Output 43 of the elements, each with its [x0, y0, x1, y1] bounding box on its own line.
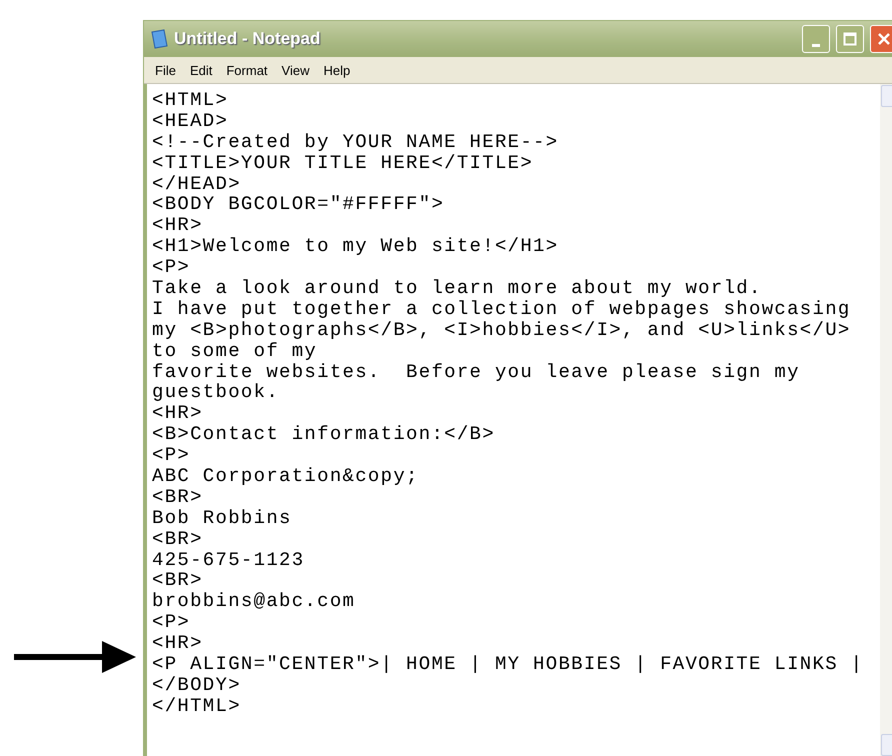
- close-button[interactable]: [870, 25, 892, 53]
- text-line: <HR>: [152, 403, 204, 424]
- text-line: <!--Created by YOUR NAME HERE-->: [152, 132, 560, 153]
- menu-item[interactable]: Format: [219, 60, 275, 80]
- text-line: 425-675-1123: [152, 550, 306, 570]
- text-line: <BR>: [152, 486, 204, 508]
- text-line: <BR>: [152, 570, 204, 592]
- text-line: my <B>photographs</B>, <I>hobbies</I>, and <U>links</U>: [152, 320, 852, 341]
- text-line: <P ALIGN="CENTER">| HOME | MY HOBBIES | FAVORITE LINKS |: [152, 654, 864, 675]
- maximize-button[interactable]: [836, 25, 864, 53]
- text-line: <HEAD>: [152, 110, 230, 132]
- notepad-icon: [150, 29, 168, 49]
- text-line: ABC Corporation&copy;: [152, 466, 420, 487]
- text-line: favorite websites. Before you leave please sign my: [152, 362, 801, 382]
- text-line: <P>: [152, 612, 192, 634]
- text-line: <HR>: [152, 215, 204, 236]
- text-line: </HTML>: [152, 696, 242, 717]
- text-line: <BR>: [152, 528, 204, 550]
- close-icon: [877, 32, 891, 46]
- text-line: </BODY>: [152, 674, 242, 696]
- minimize-button[interactable]: [802, 25, 830, 53]
- text-line: </HEAD>: [152, 174, 242, 194]
- text-line: to some of my: [152, 340, 318, 362]
- text-line: guestbook.: [152, 382, 280, 404]
- text-line: brobbins@abc.com: [152, 591, 356, 612]
- menu-item[interactable]: File: [148, 60, 183, 80]
- menu-item[interactable]: View: [274, 60, 316, 80]
- text-line: <HTML>: [152, 90, 230, 111]
- maximize-icon: [843, 32, 857, 46]
- text-line: <TITLE>YOUR TITLE HERE</TITLE>: [152, 152, 534, 174]
- text-line: Bob Robbins: [152, 508, 293, 529]
- text-line: <P>: [152, 445, 192, 466]
- text-line: <HR>: [152, 633, 204, 654]
- text-line: <P>: [152, 257, 192, 278]
- menu-item[interactable]: Help: [316, 60, 358, 80]
- minimize-icon: [812, 44, 820, 46]
- text-line: <BODY BGCOLOR="#FFFFF">: [152, 194, 446, 216]
- text-line: <B>Contact information:</B>: [152, 424, 496, 446]
- text-line: Take a look around to learn more about my world.: [152, 278, 763, 299]
- menu-item[interactable]: Edit: [182, 60, 220, 80]
- text-line: <H1>Welcome to my Web site!</H1>: [152, 236, 560, 258]
- text-line: I have put together a collection of webpages showcasing: [152, 298, 852, 320]
- window-title: Untitled - Notepad: [174, 29, 322, 49]
